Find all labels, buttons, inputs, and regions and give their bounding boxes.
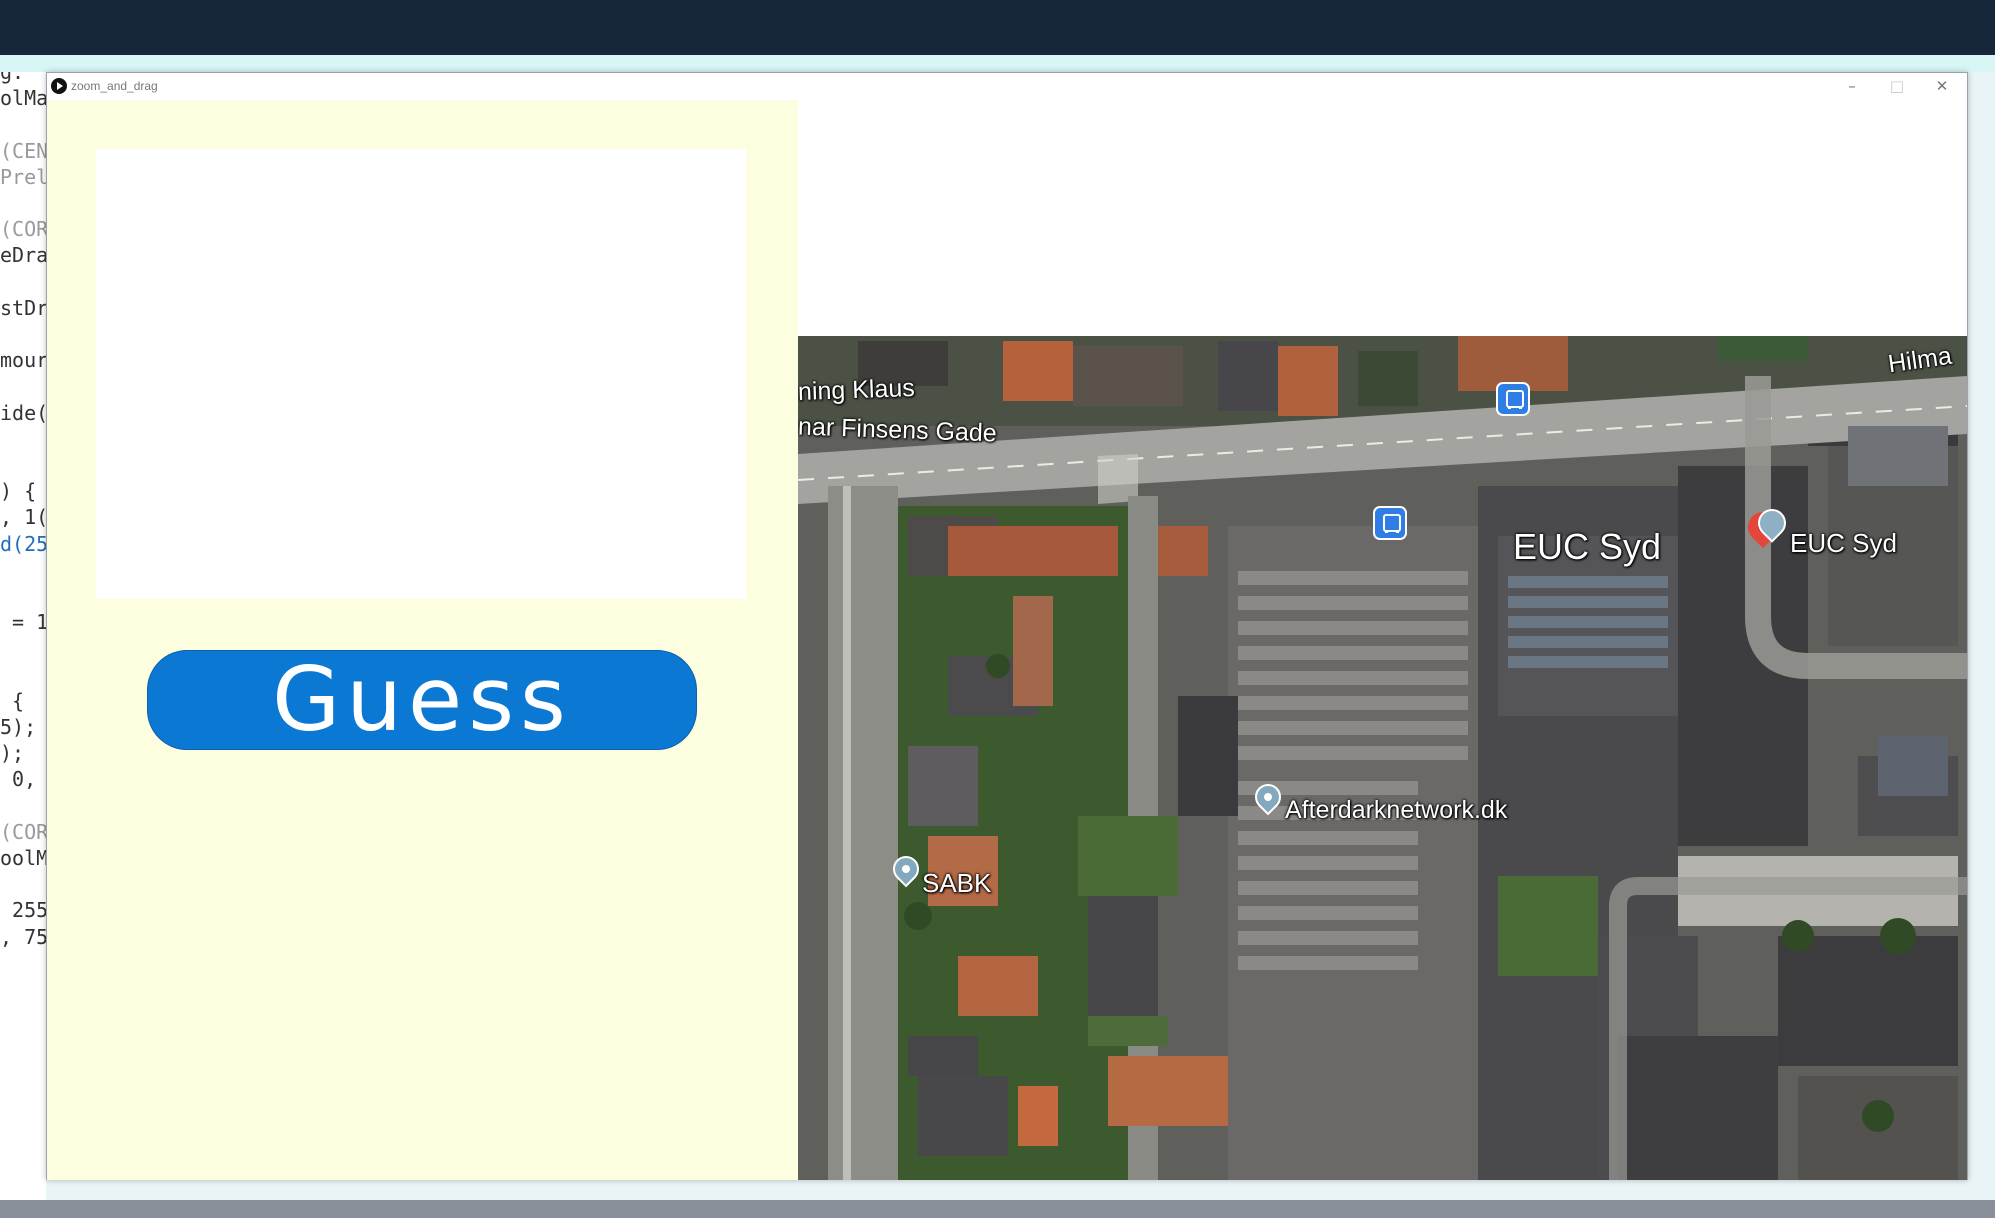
top-bar — [0, 0, 1995, 55]
code-line: eDra — [0, 243, 46, 268]
status-bar — [0, 1200, 1995, 1218]
code-line: d(25 — [0, 531, 46, 556]
code-line: (CEN — [0, 138, 46, 163]
code-line: , 75 — [0, 924, 46, 949]
street-label-north-1: ning Klaus — [798, 373, 916, 407]
window-titlebar[interactable]: zoom_and_drag – □ ✕ — [47, 73, 1967, 100]
preview-box — [96, 149, 746, 599]
code-line: oolM — [0, 846, 46, 870]
bus-stop-icon[interactable] — [1496, 382, 1530, 416]
code-line: mour — [0, 348, 46, 373]
code-line: { — [0, 688, 25, 713]
code-line: ide( — [0, 400, 46, 425]
bus-stop-icon[interactable] — [1373, 506, 1407, 540]
window-title: zoom_and_drag — [71, 79, 158, 93]
code-line: ) { — [0, 479, 37, 504]
code-line: stDr — [0, 295, 46, 320]
place-label-euc-syd-pin: EUC Syd — [1790, 528, 1897, 558]
map-imagery — [798, 336, 1967, 1180]
place-label-euc-syd: EUC Syd — [1513, 526, 1662, 567]
code-line: (COR — [0, 819, 46, 844]
guess-panel: Guess — [47, 100, 798, 1180]
processing-app-icon — [51, 78, 67, 94]
close-button[interactable]: ✕ — [1922, 75, 1962, 97]
place-label-afterdark: Afterdarknetwork.dk — [1285, 796, 1508, 824]
code-line: ); — [0, 741, 25, 766]
code-line: = 1 — [0, 610, 46, 635]
place-label-sabk: SABK — [922, 868, 992, 898]
code-line: (COR — [0, 217, 46, 242]
sketch-canvas[interactable]: Guess ning Klaus nar Finsens Gade Hilma … — [47, 100, 1967, 1180]
code-line: 0, — [0, 767, 37, 792]
sketch-window: zoom_and_drag – □ ✕ Guess ning Klaus nar… — [46, 72, 1968, 1180]
code-line: 255 — [0, 898, 46, 923]
code-editor-background: g: olMa (CEN Prel (COR eDra stDr mour ide() {, 1… — [0, 72, 46, 1200]
code-line: g: — [0, 72, 25, 84]
editor-toolbar-strip — [0, 55, 1995, 72]
code-line: , 1( — [0, 505, 46, 530]
code-line: Prel — [0, 164, 46, 189]
guess-button[interactable]: Guess — [147, 650, 697, 750]
code-line: 5); — [0, 715, 37, 739]
minimize-button[interactable]: – — [1832, 75, 1872, 97]
maximize-button[interactable]: □ — [1877, 75, 1917, 97]
code-line: olMa — [0, 86, 46, 111]
satellite-map[interactable]: ning Klaus nar Finsens Gade Hilma EUC Sy… — [798, 336, 1967, 1180]
